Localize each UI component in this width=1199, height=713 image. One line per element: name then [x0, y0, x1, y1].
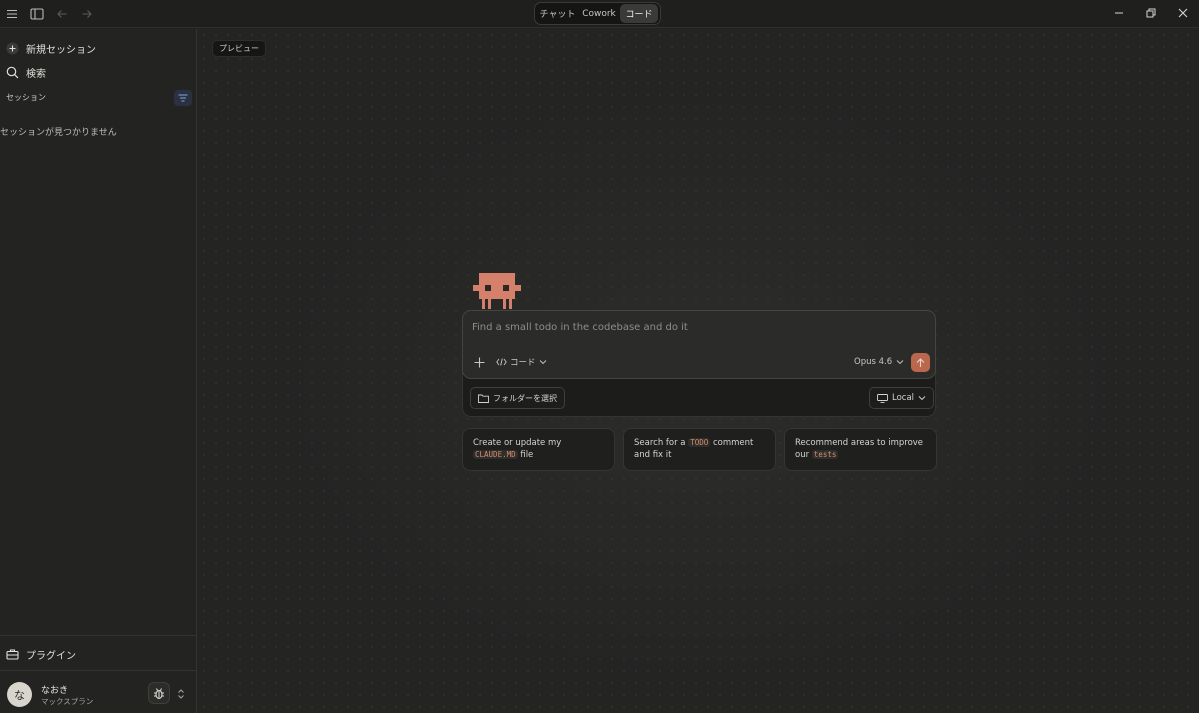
- model-select-label: Opus 4.6: [854, 357, 893, 367]
- filter-button[interactable]: [174, 90, 192, 106]
- suggestion-card-tests[interactable]: Recommend areas to improve our tests: [784, 428, 937, 471]
- code-snippet: CLAUDE.MD: [473, 450, 518, 459]
- sidebar-divider: [0, 635, 197, 636]
- chevron-down-icon: [918, 396, 926, 401]
- avatar: な: [7, 682, 32, 707]
- tab-code[interactable]: コード: [620, 4, 658, 23]
- briefcase-icon: [5, 647, 19, 661]
- restore-icon: [1146, 8, 1156, 18]
- suggestion-card-claude-md[interactable]: Create or update my CLAUDE.MD file: [462, 428, 615, 471]
- monitor-icon: [877, 393, 888, 403]
- sessions-section-title: セッション: [6, 93, 46, 102]
- restore-button[interactable]: [1134, 0, 1168, 26]
- sidebar: 新規セッション 検索 セッション セッションが見つかりません プラグイン な な…: [0, 29, 197, 713]
- code-snippet: TODO: [688, 438, 711, 447]
- tab-chat[interactable]: チャット: [537, 4, 578, 23]
- select-folder-label: フォルダーを選択: [493, 393, 557, 403]
- preview-badge: プレビュー: [212, 40, 266, 57]
- user-plan: マックスプラン: [41, 697, 94, 706]
- composer: コード Opus 4.6 フォルダーを選択 Local: [462, 310, 936, 417]
- model-select[interactable]: Opus 4.6: [854, 355, 904, 369]
- user-name: なおき: [41, 686, 69, 696]
- close-button[interactable]: [1166, 0, 1199, 26]
- send-button[interactable]: [911, 353, 930, 372]
- user-menu[interactable]: な なおき マックスプラン: [0, 677, 197, 713]
- environment-label: Local: [892, 393, 915, 403]
- close-icon: [1178, 8, 1188, 18]
- plugins-label: プラグイン: [26, 650, 76, 662]
- search-icon: [5, 65, 19, 79]
- search-button[interactable]: 検索: [0, 61, 197, 83]
- minimize-button[interactable]: [1102, 0, 1136, 26]
- mascot-icon: [473, 273, 521, 309]
- app-window: チャット Cowork コード 新規セッション 検索 セッション セッションが見…: [0, 0, 1199, 713]
- add-attachment-button[interactable]: [472, 355, 486, 369]
- filter-icon: [178, 94, 188, 102]
- empty-sessions-message: セッションが見つかりません: [0, 128, 117, 138]
- new-session-label: 新規セッション: [26, 44, 96, 56]
- select-folder-button[interactable]: フォルダーを選択: [470, 387, 565, 409]
- mode-select-label: コード: [510, 358, 536, 368]
- chevron-down-icon: [539, 360, 546, 365]
- chevron-down-icon: [896, 360, 904, 365]
- sidebar-divider: [0, 670, 197, 671]
- folder-icon: [478, 394, 489, 403]
- bug-icon: [154, 687, 164, 699]
- bug-report-button[interactable]: [148, 682, 170, 704]
- plugins-button[interactable]: プラグイン: [0, 643, 197, 665]
- mode-select[interactable]: コード: [496, 355, 547, 369]
- forward-arrow-icon[interactable]: [77, 4, 97, 24]
- title-bar: チャット Cowork コード: [0, 0, 1199, 28]
- minimize-icon: [1115, 12, 1123, 14]
- code-icon: [496, 358, 507, 366]
- environment-select[interactable]: Local: [869, 387, 935, 409]
- sidebar-toggle-icon[interactable]: [27, 4, 47, 24]
- prompt-box: コード Opus 4.6: [462, 310, 936, 379]
- search-label: 検索: [26, 68, 46, 80]
- prompt-input[interactable]: [472, 319, 912, 335]
- expand-chevron-icon[interactable]: [176, 686, 186, 702]
- mode-switcher: チャット Cowork コード: [534, 2, 661, 25]
- new-session-button[interactable]: 新規セッション: [0, 37, 197, 59]
- suggestion-card-todo[interactable]: Search for a TODO comment and fix it: [623, 428, 776, 471]
- arrow-up-icon: [916, 357, 925, 367]
- plus-icon: [474, 357, 484, 367]
- back-arrow-icon[interactable]: [52, 4, 72, 24]
- menu-icon[interactable]: [2, 4, 22, 24]
- code-snippet: tests: [811, 450, 839, 459]
- main-area: プレビュー Find a small todo in the codebase …: [198, 29, 1199, 713]
- tab-cowork[interactable]: Cowork: [578, 4, 620, 23]
- plus-circle-icon: [5, 41, 19, 55]
